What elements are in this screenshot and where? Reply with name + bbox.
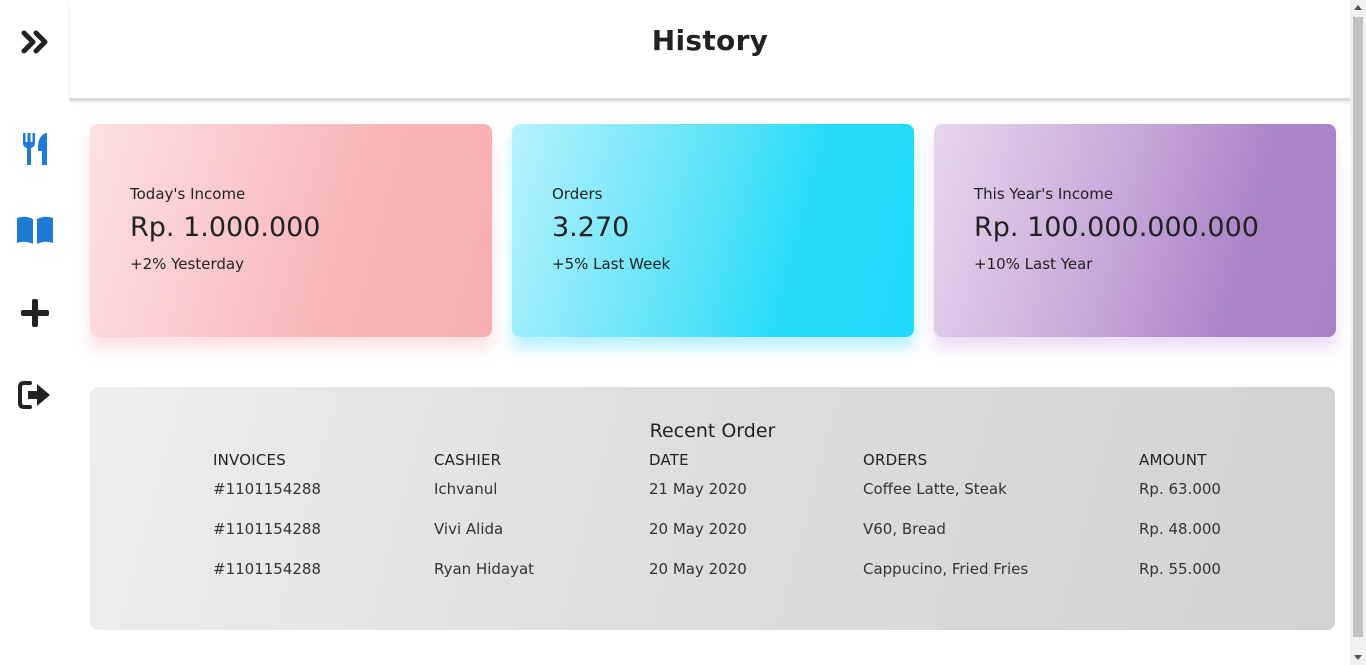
orders-card: Orders 3.270 +5% Last Week: [512, 124, 914, 337]
column-header-orders: ORDERS: [863, 451, 928, 469]
scroll-down-arrow-icon[interactable]: [1354, 655, 1362, 660]
cell-orders: V60, Bread: [863, 520, 946, 538]
card-change: +10% Last Year: [974, 255, 1093, 273]
card-label: This Year's Income: [974, 185, 1114, 203]
card-value: Rp. 1.000.000: [130, 212, 321, 243]
cell-date: 21 May 2020: [649, 480, 747, 498]
card-value: Rp. 100.000.000.000: [974, 212, 1259, 243]
cell-amount: Rp. 48.000: [1139, 520, 1221, 538]
recent-order-title: Recent Order: [649, 420, 776, 442]
cell-amount: Rp. 55.000: [1139, 560, 1221, 578]
sidebar-item-menu[interactable]: [14, 128, 56, 170]
cell-invoice: #1101154288: [213, 560, 322, 578]
sidebar-item-history[interactable]: [14, 209, 56, 251]
cell-invoice: #1101154288: [213, 480, 322, 498]
card-label: Today's Income: [130, 185, 246, 203]
page-title: History: [651, 24, 769, 57]
cell-orders: Cappucino, Fried Fries: [863, 560, 1029, 578]
column-header-amount: AMOUNT: [1139, 451, 1207, 469]
plus-icon: [20, 298, 50, 328]
this-years-income-card: This Year's Income Rp. 100.000.000.000 +…: [934, 124, 1336, 337]
card-value: 3.270: [552, 212, 630, 243]
sidebar-item-add[interactable]: [14, 292, 56, 334]
book-open-icon: [16, 215, 54, 245]
sidebar-item-logout[interactable]: [14, 374, 56, 416]
cell-amount: Rp. 63.000: [1139, 480, 1221, 498]
card-change: +5% Last Week: [552, 255, 671, 273]
cell-cashier: Vivi Alida: [434, 520, 504, 538]
card-label: Orders: [552, 185, 603, 203]
todays-income-card: Today's Income Rp. 1.000.000 +2% Yesterd…: [90, 124, 492, 337]
sidebar: [0, 0, 70, 665]
sidebar-toggle-button[interactable]: [14, 21, 56, 63]
scrollbar-thumb[interactable]: [1353, 17, 1363, 637]
cell-date: 20 May 2020: [649, 520, 747, 538]
cell-date: 20 May 2020: [649, 560, 747, 578]
card-change: +2% Yesterday: [130, 255, 244, 273]
chevrons-right-icon: [21, 30, 49, 54]
column-header-cashier: CASHIER: [434, 451, 502, 469]
cell-cashier: Ryan Hidayat: [434, 560, 535, 578]
scroll-up-arrow-icon[interactable]: [1354, 5, 1362, 10]
cell-cashier: Ichvanul: [434, 480, 498, 498]
utensils-icon: [21, 132, 49, 166]
page-scrollbar[interactable]: [1350, 0, 1366, 665]
column-header-invoices: INVOICES: [213, 451, 286, 469]
cell-orders: Coffee Latte, Steak: [863, 480, 1007, 498]
cell-invoice: #1101154288: [213, 520, 322, 538]
column-header-date: DATE: [649, 451, 689, 469]
app-root: History Today's Income Rp. 1.000.000 +2%…: [0, 0, 1366, 665]
sign-out-icon: [18, 381, 52, 409]
recent-order-panel: Recent Order INVOICES CASHIER DATE ORDER…: [90, 387, 1335, 630]
page-header: History: [70, 0, 1350, 101]
